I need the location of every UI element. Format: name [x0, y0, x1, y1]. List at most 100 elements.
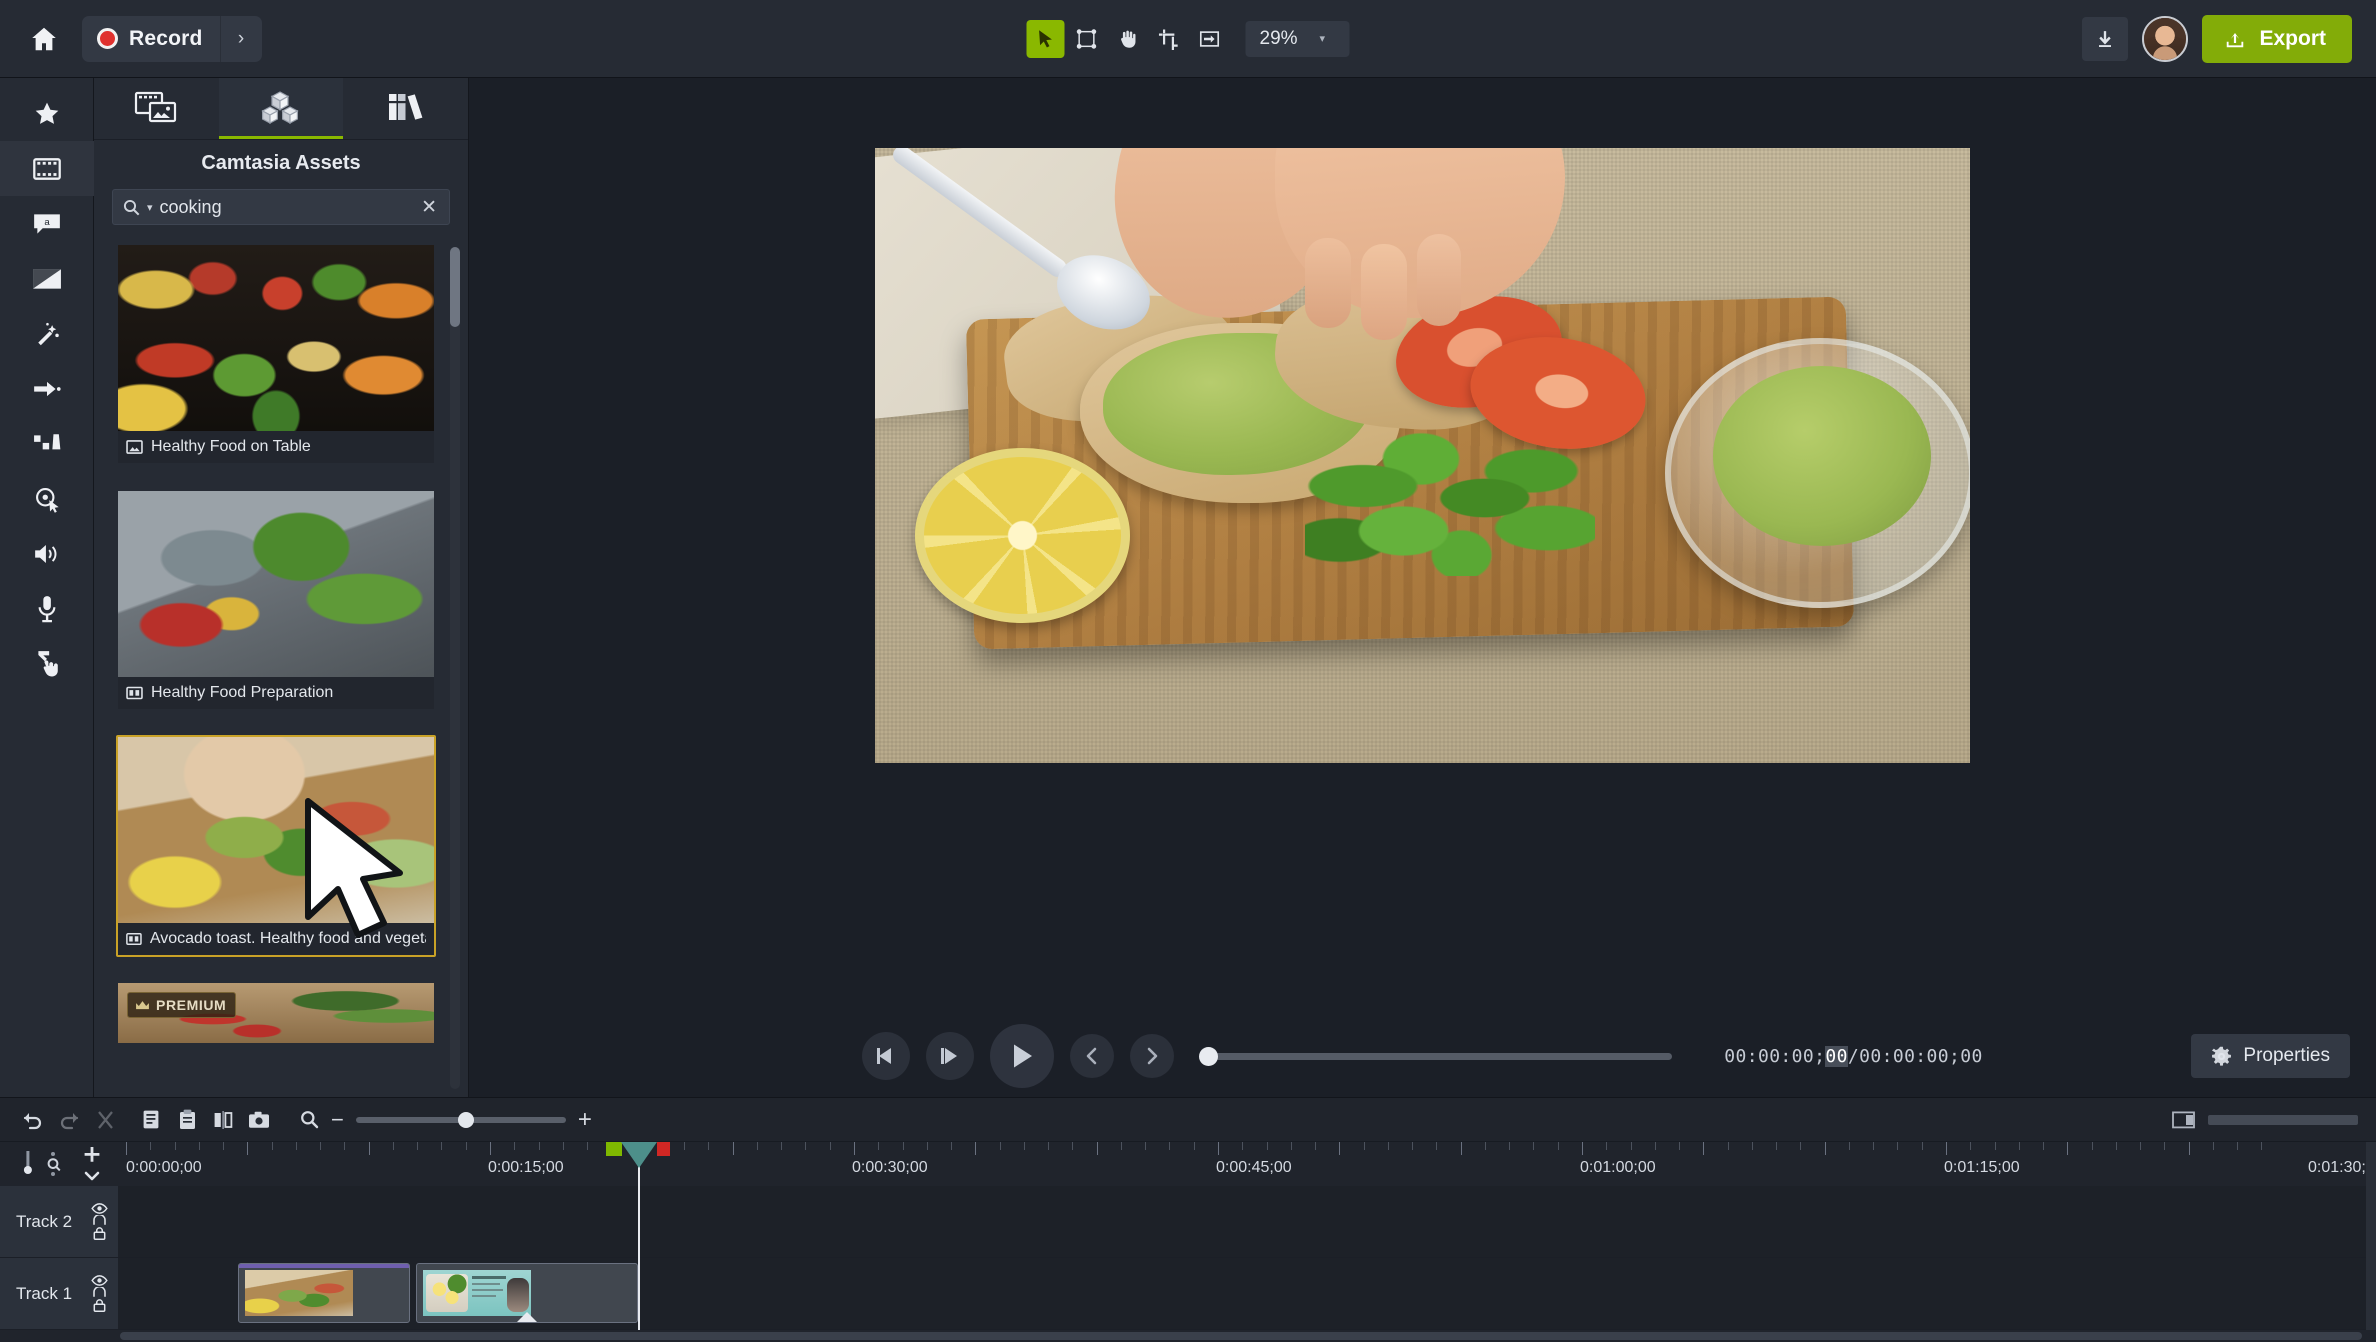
scrubber-track[interactable]	[1199, 1046, 1673, 1066]
sidebar-item-behaviors[interactable]	[0, 361, 94, 416]
track-lane-2[interactable]	[118, 1186, 2376, 1258]
sidebar-item-media[interactable]	[0, 141, 94, 196]
zoom-to-fit-icon[interactable]	[44, 1151, 62, 1177]
sidebar-item-voice-narration[interactable]	[0, 581, 94, 636]
record-button[interactable]: Record	[82, 16, 220, 62]
record-button-group: Record ›	[82, 15, 262, 62]
asset-card-healthy-food-preparation[interactable]: Healthy Food Preparation	[116, 489, 436, 711]
tab-camtasia-assets[interactable]	[218, 78, 344, 139]
sidebar-item-audio[interactable]	[0, 526, 94, 581]
asset-list-scrollbar[interactable]	[450, 247, 460, 327]
ruler-tick	[1873, 1142, 1875, 1150]
pointer-tool[interactable]	[1026, 19, 1065, 58]
split-button[interactable]	[206, 1103, 240, 1137]
next-frame-button[interactable]	[926, 1032, 975, 1080]
ruler-tick	[1533, 1142, 1535, 1150]
search-filter-caret[interactable]: ▾	[147, 201, 153, 214]
timeline-playhead[interactable]	[606, 1142, 670, 1330]
lock-icon[interactable]	[92, 1227, 107, 1240]
timeline-tracks-area[interactable]: 0:00:00;00 0:00:15;00 0:00:45;00 0:00:30;00…	[118, 1142, 2376, 1330]
avatar[interactable]	[2142, 15, 2189, 62]
sidebar-item-effects[interactable]	[0, 306, 94, 361]
track-lane-1[interactable]	[118, 1258, 2376, 1330]
snapshot-button[interactable]	[242, 1103, 276, 1137]
audio-icon[interactable]	[91, 1287, 108, 1298]
zoom-in-button[interactable]: +	[578, 1107, 592, 1132]
export-label: Export	[2259, 26, 2326, 50]
timecode-display[interactable]: 00:00:00;00/00:00:00;00	[1724, 1045, 1982, 1067]
export-button[interactable]: Export	[2202, 14, 2352, 63]
sidebar-item-animations[interactable]	[0, 416, 94, 471]
timeline-clip-recipe[interactable]	[416, 1263, 638, 1323]
asset-card-avocado-toast[interactable]: Avocado toast. Healthy food and vegetabl	[116, 735, 436, 957]
canvas-zoom-select[interactable]: 29% ▾	[1245, 20, 1350, 57]
asset-list-scroll-track[interactable]	[450, 247, 460, 1089]
audio-icon[interactable]	[91, 1215, 108, 1226]
marker-pin-icon[interactable]	[22, 1151, 34, 1177]
preview-arugula	[1305, 426, 1595, 576]
next-marker-button[interactable]	[1130, 1034, 1175, 1078]
undo-button[interactable]	[16, 1103, 50, 1137]
track-row-1[interactable]: Track 1	[0, 1258, 118, 1330]
annotation-callout-icon: a	[33, 213, 60, 234]
clear-search-icon[interactable]: ✕	[417, 196, 441, 219]
chevron-down-icon: ▾	[1319, 33, 1326, 45]
sidebar-item-gestures[interactable]	[0, 636, 94, 691]
asset-results-list[interactable]: Healthy Food on Table Healthy Food Prepa…	[94, 235, 468, 1097]
previous-marker-button[interactable]	[1070, 1034, 1115, 1078]
collapse-tracks-button[interactable]	[82, 1165, 102, 1186]
asset-card-premium-item[interactable]: PREMIUM	[116, 981, 436, 1045]
selection-in-marker[interactable]	[606, 1142, 622, 1156]
crop-tool[interactable]	[1150, 20, 1188, 58]
timeline-scroll-thumb[interactable]	[120, 1332, 2362, 1340]
zoom-out-button[interactable]: −	[331, 1108, 344, 1131]
fit-to-frame-tool[interactable]	[1191, 20, 1229, 58]
video-preview-canvas[interactable]	[875, 148, 1970, 763]
asset-card-healthy-food-on-table[interactable]: Healthy Food on Table	[116, 243, 436, 465]
add-track-button[interactable]	[82, 1144, 102, 1165]
search-input[interactable]: ▾ cooking ✕	[112, 189, 450, 225]
play-button[interactable]	[990, 1024, 1055, 1088]
timeline-vertical-scrollbar[interactable]	[2366, 1142, 2376, 1330]
redo-button[interactable]	[52, 1103, 86, 1137]
scrubber-handle[interactable]	[1199, 1046, 1219, 1066]
ruler-tick	[368, 1142, 370, 1155]
previous-frame-button[interactable]	[862, 1032, 911, 1080]
preview-scrubber[interactable]	[1199, 1046, 1673, 1066]
ruler-tick	[1630, 1142, 1632, 1150]
tab-library[interactable]	[343, 78, 468, 139]
sidebar-item-transitions[interactable]	[0, 251, 94, 306]
timeline-overview-bar[interactable]	[2208, 1114, 2358, 1125]
ruler-tick	[1921, 1142, 1923, 1150]
timeline-horizontal-scrollbar[interactable]	[0, 1330, 2376, 1342]
properties-button[interactable]: Properties	[2191, 1034, 2350, 1078]
track-row-2[interactable]: Track 2	[0, 1186, 118, 1258]
sidebar-item-cursor-effects[interactable]	[0, 471, 94, 526]
timeline-ruler[interactable]: 0:00:00;00 0:00:15;00 0:00:45;00 0:00:30;00…	[118, 1142, 2376, 1186]
timecode-current: 00:00:00;	[1724, 1045, 1826, 1067]
sidebar-item-favorites[interactable]	[0, 86, 94, 141]
home-icon[interactable]	[22, 17, 66, 61]
copy-button[interactable]	[134, 1103, 168, 1137]
tab-media[interactable]	[94, 78, 219, 139]
clip-transition-marker[interactable]	[516, 1312, 538, 1322]
preview-finger-1	[1305, 238, 1351, 328]
ruler-tick	[2237, 1142, 2239, 1150]
eye-icon[interactable]	[91, 1275, 108, 1286]
timeline-zoom-handle[interactable]	[457, 1111, 474, 1128]
transform-tool[interactable]	[1068, 20, 1106, 58]
paste-button[interactable]	[170, 1103, 204, 1137]
hand-tool[interactable]	[1109, 20, 1147, 58]
ruler-tick	[1946, 1142, 1947, 1155]
cut-button[interactable]	[88, 1103, 122, 1137]
eye-icon[interactable]	[91, 1203, 108, 1214]
record-options-caret[interactable]: ›	[219, 15, 262, 62]
selection-out-marker[interactable]	[657, 1142, 670, 1156]
timeline-zoom-slider[interactable]	[355, 1111, 566, 1128]
download-icon[interactable]	[2082, 16, 2129, 61]
speaker-icon	[34, 544, 56, 563]
detach-panel-icon[interactable]	[2172, 1110, 2196, 1129]
lock-icon[interactable]	[92, 1299, 107, 1312]
timeline-clip-avocado[interactable]	[238, 1263, 410, 1323]
sidebar-item-annotations[interactable]: a	[0, 196, 94, 251]
